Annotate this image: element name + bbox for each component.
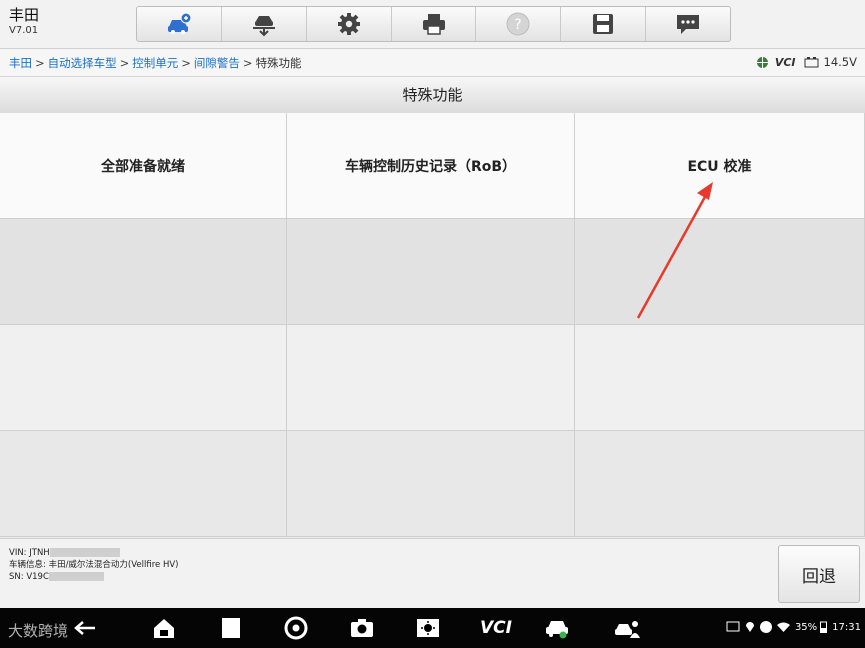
function-rob-history[interactable]: 车辆控制历史记录（RoB） bbox=[287, 113, 575, 219]
print-button[interactable] bbox=[392, 7, 477, 41]
breadcrumb-separator: > bbox=[181, 56, 191, 70]
location-icon bbox=[745, 622, 754, 632]
nav-home-button[interactable] bbox=[147, 616, 181, 640]
nav-back-button[interactable] bbox=[70, 616, 104, 640]
back-button[interactable]: 回退 bbox=[778, 545, 860, 603]
breadcrumb-item-control-unit[interactable]: 控制单元 bbox=[132, 56, 178, 70]
camera-button[interactable] bbox=[345, 616, 379, 640]
empty-cell bbox=[0, 325, 287, 431]
vin-redacted bbox=[49, 548, 120, 557]
help-button[interactable]: ? bbox=[476, 7, 562, 41]
toolbar: ? bbox=[136, 6, 731, 42]
recent-apps-icon bbox=[222, 618, 240, 638]
vehicle-info-bar: VIN: JTNH 车辆信息: 丰田/威尔法混合动力(Vellfire HV) … bbox=[0, 538, 865, 609]
svg-text:?: ? bbox=[515, 17, 522, 33]
breadcrumb-separator: > bbox=[242, 56, 253, 70]
empty-cell bbox=[575, 219, 865, 325]
empty-cell bbox=[287, 219, 575, 325]
breadcrumb-item-toyota[interactable]: 丰田 bbox=[9, 56, 32, 70]
printer-icon bbox=[422, 14, 445, 35]
empty-cell bbox=[287, 431, 575, 537]
empty-cell bbox=[575, 431, 865, 537]
breadcrumb: 丰田 > 自动选择车型 > 控制单元 > 间隙警告 > 特殊功能 bbox=[9, 55, 302, 71]
brightness-icon bbox=[417, 619, 439, 637]
status-area: VCI 14.5V bbox=[756, 55, 857, 69]
car-lift-icon bbox=[252, 16, 275, 37]
help-icon: ? bbox=[506, 12, 530, 36]
battery-percent: 35% bbox=[794, 621, 818, 633]
nav-recent-button[interactable] bbox=[214, 616, 248, 640]
battery-level-icon bbox=[820, 621, 828, 633]
network-globe-icon bbox=[756, 56, 768, 68]
brightness-button[interactable] bbox=[411, 616, 445, 640]
chrome-button[interactable] bbox=[279, 616, 313, 640]
sn-label: SN: V19C bbox=[9, 572, 49, 582]
vehicle-lift-button[interactable] bbox=[222, 7, 307, 41]
function-ecu-calibration[interactable]: ECU 校准 bbox=[575, 113, 865, 219]
function-all-ready[interactable]: 全部准备就绪 bbox=[0, 113, 287, 219]
vci-icon: VCI bbox=[480, 618, 512, 638]
app-brand: 丰田 V7.01 bbox=[9, 6, 39, 38]
vehicle-info-line: 车辆信息: 丰田/威尔法混合动力(Vellfire HV) bbox=[9, 560, 179, 570]
breadcrumb-item-clearance-warning[interactable]: 间隙警告 bbox=[194, 56, 240, 70]
clock: 17:31 bbox=[832, 621, 861, 633]
camera-icon bbox=[351, 619, 373, 637]
cast-icon bbox=[726, 621, 740, 632]
vehicle-button[interactable] bbox=[540, 616, 574, 640]
bluetooth-icon bbox=[759, 621, 772, 633]
battery-voltage: 14.5V bbox=[823, 55, 857, 69]
system-status: 35% 17:31 bbox=[726, 621, 861, 633]
system-nav-bar: 大数跨境 VCI 35% 17:31 bbox=[0, 608, 865, 648]
top-bar: 丰田 V7.01 ? bbox=[0, 0, 865, 49]
vci-status-label: VCI bbox=[774, 55, 796, 69]
app-version: V7.01 bbox=[9, 25, 39, 36]
car-home-button[interactable] bbox=[137, 7, 222, 41]
gear-icon bbox=[337, 13, 360, 35]
empty-cell bbox=[0, 431, 287, 537]
wifi-icon bbox=[776, 622, 790, 632]
technician-button[interactable] bbox=[610, 616, 644, 640]
page-title: 特殊功能 bbox=[0, 77, 865, 114]
technician-icon bbox=[615, 621, 640, 638]
breadcrumb-item-auto-select[interactable]: 自动选择车型 bbox=[48, 56, 117, 70]
vehicle-info: VIN: JTNH 车辆信息: 丰田/威尔法混合动力(Vellfire HV) … bbox=[9, 547, 178, 583]
battery-icon bbox=[804, 56, 819, 67]
app-title: 丰田 bbox=[9, 6, 40, 24]
feedback-button[interactable] bbox=[646, 7, 730, 41]
message-icon bbox=[677, 15, 700, 34]
empty-cell bbox=[0, 219, 287, 325]
save-icon bbox=[593, 14, 614, 34]
car-home-icon bbox=[167, 12, 192, 34]
breadcrumb-separator: > bbox=[119, 56, 130, 70]
save-button[interactable] bbox=[561, 7, 647, 41]
settings-button[interactable] bbox=[307, 7, 392, 41]
vin-label: VIN: JTNH bbox=[9, 548, 50, 558]
breadcrumb-current: 特殊功能 bbox=[255, 56, 302, 70]
back-arrow-icon bbox=[74, 621, 95, 635]
chrome-icon bbox=[284, 616, 308, 640]
empty-cell bbox=[287, 325, 575, 431]
car-icon bbox=[546, 621, 568, 639]
vci-button[interactable]: VCI bbox=[472, 616, 520, 640]
breadcrumb-bar: 丰田 > 自动选择车型 > 控制单元 > 间隙警告 > 特殊功能 VCI 14.5V bbox=[0, 49, 865, 77]
empty-cell bbox=[575, 325, 865, 431]
watermark: 大数跨境 bbox=[8, 622, 69, 640]
sn-redacted bbox=[48, 572, 104, 581]
home-icon bbox=[154, 619, 174, 638]
breadcrumb-separator: > bbox=[35, 56, 45, 70]
function-grid: 全部准备就绪 车辆控制历史记录（RoB） ECU 校准 bbox=[0, 113, 865, 537]
